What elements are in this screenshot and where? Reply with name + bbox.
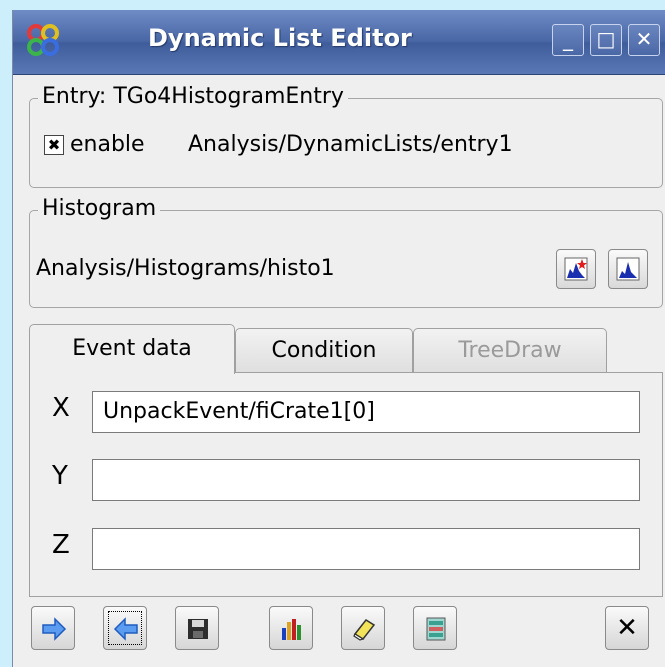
histogram-group: Histogram Analysis/Histograms/histo1 <box>29 196 663 308</box>
x-label: X <box>52 393 70 423</box>
checkbox-mark-icon: ✖ <box>47 136 61 154</box>
y-label: Y <box>52 461 68 491</box>
eraser-icon <box>353 619 376 641</box>
clear-button[interactable] <box>341 606 385 650</box>
event-data-pane: X UnpackEvent/fiCrate1[0] Y Z <box>29 372 663 597</box>
title-bar[interactable]: Dynamic List Editor _ □ ✕ <box>13 10 665 75</box>
save-button[interactable] <box>175 606 219 650</box>
entry-group-title: Entry: TGo4HistogramEntry <box>38 84 348 109</box>
new-histogram-icon <box>564 257 588 281</box>
histogram-group-title: Histogram <box>38 196 161 221</box>
enable-checkbox[interactable]: ✖ <box>44 135 64 155</box>
refresh-button[interactable] <box>103 606 147 650</box>
apply-button[interactable] <box>31 606 75 650</box>
histogram-button[interactable] <box>269 606 313 650</box>
list-clear-icon <box>426 617 446 641</box>
dynamic-list-editor-window: Dynamic List Editor _ □ ✕ Entry: TGo4His… <box>12 10 665 667</box>
tab-condition[interactable]: Condition <box>235 328 413 374</box>
minimize-button[interactable]: _ <box>552 24 584 56</box>
tab-condition-label: Condition <box>271 338 377 363</box>
entry-group: Entry: TGo4HistogramEntry ✖ enable Analy… <box>29 84 663 188</box>
close-editor-button[interactable]: ✕ <box>605 606 649 650</box>
z-label: Z <box>52 530 70 560</box>
tab-event-data[interactable]: Event data <box>29 324 235 374</box>
z-expression-field[interactable] <box>92 528 640 570</box>
close-icon: ✕ <box>616 613 638 643</box>
maximize-icon: □ <box>596 27 616 51</box>
x-expression-field[interactable]: UnpackEvent/fiCrate1[0] <box>92 391 640 433</box>
enable-label: enable <box>70 132 145 157</box>
tab-event-data-label: Event data <box>72 336 192 361</box>
histogram-bars-icon <box>282 619 301 640</box>
close-window-button[interactable]: ✕ <box>628 24 660 56</box>
save-icon <box>188 619 208 639</box>
minimize-icon: _ <box>563 27 573 51</box>
close-icon: ✕ <box>635 27 653 51</box>
window-title: Dynamic List Editor <box>148 24 412 52</box>
entry-path: Analysis/DynamicLists/entry1 <box>188 132 513 157</box>
histogram-path: Analysis/Histograms/histo1 <box>36 256 335 281</box>
maximize-button[interactable]: □ <box>590 24 622 56</box>
new-histogram-button[interactable] <box>556 249 596 289</box>
show-histogram-icon <box>616 257 640 281</box>
app-gear-icon <box>27 24 59 56</box>
tab-treedraw: TreeDraw <box>413 328 607 374</box>
arrow-left-icon <box>113 617 138 641</box>
tab-treedraw-label: TreeDraw <box>458 338 562 363</box>
y-expression-field[interactable] <box>92 459 640 501</box>
clear-list-button[interactable] <box>413 606 457 650</box>
show-histogram-button[interactable] <box>608 249 648 289</box>
arrow-right-icon <box>42 617 67 641</box>
